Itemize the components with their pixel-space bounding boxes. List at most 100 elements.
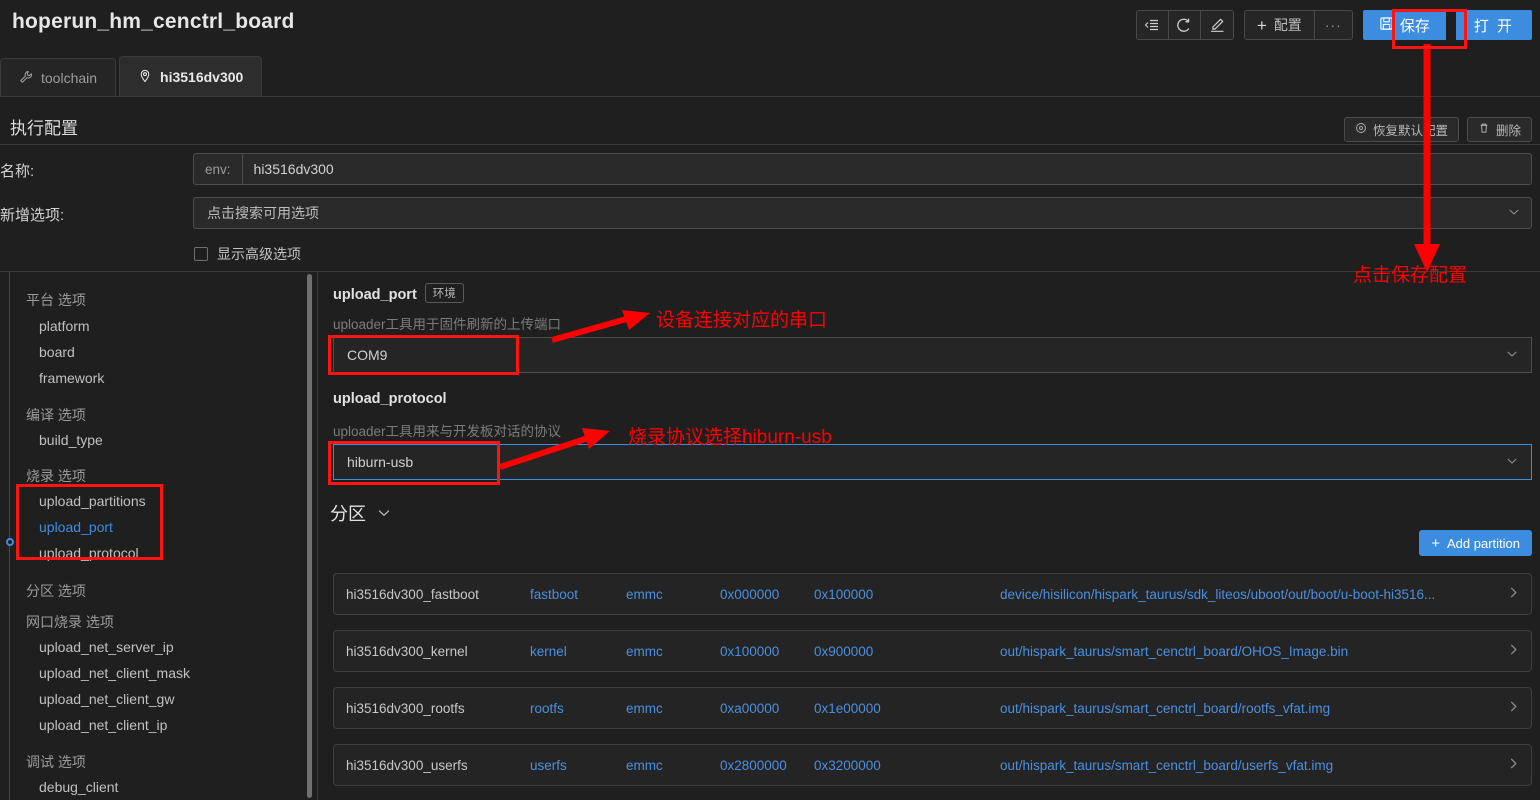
partition-path: out/hispark_taurus/smart_cenctrl_board/u… (1000, 757, 1334, 773)
config-header-buttons: 恢复默认配置 删除 (1343, 117, 1532, 142)
plus-icon: + (1431, 534, 1440, 552)
section-title: 执行配置 (10, 119, 78, 138)
tree-scrollbar[interactable] (307, 274, 312, 798)
tree-group-net-burn: 网口烧录 选项 (26, 614, 114, 630)
upload-protocol-annotation: 烧录协议选择hiburn-usb (628, 427, 832, 448)
tree-item-upload-port[interactable]: upload_port (39, 519, 113, 535)
add-option-label: 新增选项: (0, 207, 65, 224)
partition-section-title: 分区 (330, 504, 366, 524)
wrench-icon (19, 70, 33, 87)
tab-toolchain[interactable]: toolchain (0, 58, 117, 97)
tree-item-platform[interactable]: platform (39, 318, 90, 334)
tab-hi3516dv300[interactable]: hi3516dv300 (119, 56, 263, 97)
save-button[interactable]: 保存 (1362, 10, 1446, 40)
tree-item-debug-client[interactable]: debug_client (39, 779, 118, 795)
upload-port-badge: 环境 (424, 283, 464, 303)
add-config-button[interactable]: + 配置 (1244, 11, 1315, 39)
top-toolbar: + 配置 ··· 保存 打 开 (1135, 10, 1532, 40)
partition-device: emmc (626, 757, 663, 773)
location-pin-icon (138, 69, 152, 86)
name-input[interactable]: hi3516dv300 (243, 154, 345, 184)
table-row[interactable]: hi3516dv300_userfs userfs emmc 0x2800000… (333, 744, 1532, 786)
chevron-right-icon[interactable] (1506, 756, 1521, 774)
show-advanced-label: 显示高级选项 (217, 246, 301, 262)
partition-length: 0x900000 (814, 643, 874, 659)
partition-start: 0xa00000 (720, 700, 780, 716)
upload-port-value: COM9 (347, 347, 388, 363)
tab-bar: toolchain hi3516dv300 (0, 56, 265, 97)
options-tree-panel: 平台 选项 platform board framework 编译 选项 bui… (0, 272, 318, 800)
tab-toolchain-label: toolchain (41, 70, 98, 86)
partition-name: hi3516dv300_rootfs (346, 700, 465, 716)
refresh-arc-icon-button[interactable] (1168, 11, 1201, 39)
tree-item-upload-net-client-gw[interactable]: upload_net_client_gw (39, 691, 174, 707)
chevron-right-icon[interactable] (1506, 585, 1521, 603)
save-label: 保存 (1399, 17, 1430, 35)
tree-guide-line (9, 272, 10, 800)
partition-path: out/hispark_taurus/smart_cenctrl_board/O… (1000, 643, 1349, 659)
tree-item-board[interactable]: board (39, 344, 75, 360)
upload-protocol-title: upload_protocol (333, 391, 447, 407)
upload-protocol-select[interactable]: hiburn-usb (333, 444, 1532, 480)
show-advanced-checkbox[interactable] (194, 247, 208, 261)
save-disk-icon (1379, 16, 1394, 35)
add-partition-button[interactable]: + Add partition (1419, 530, 1532, 556)
name-field[interactable]: env: hi3516dv300 (193, 153, 1532, 185)
partition-name: hi3516dv300_userfs (346, 757, 468, 773)
tree-item-upload-protocol[interactable]: upload_protocol (39, 545, 139, 561)
name-label: 名称: (0, 163, 35, 180)
upload-port-name: upload_port (333, 287, 417, 303)
partition-path: device/hisilicon/hispark_taurus/sdk_lite… (1000, 586, 1436, 602)
delete-button[interactable]: 删除 (1466, 117, 1532, 142)
partition-start: 0x2800000 (720, 757, 787, 773)
tree-item-build-type[interactable]: build_type (39, 432, 103, 448)
indent-list-icon-button[interactable] (1136, 11, 1169, 39)
show-advanced-checkbox-row[interactable]: 显示高级选项 (194, 244, 301, 264)
chevron-right-icon[interactable] (1506, 699, 1521, 717)
tree-item-upload-net-server-ip[interactable]: upload_net_server_ip (39, 639, 174, 655)
chevron-right-icon[interactable] (1506, 642, 1521, 660)
upload-port-title: upload_port 环境 (333, 283, 464, 303)
tree-item-upload-net-client-mask[interactable]: upload_net_client_mask (39, 665, 190, 681)
tree-item-upload-net-client-ip[interactable]: upload_net_client_ip (39, 717, 167, 733)
restore-default-label: 恢复默认配置 (1372, 124, 1448, 138)
refresh-arc-icon (1176, 17, 1192, 33)
upload-port-select[interactable]: COM9 (333, 337, 1532, 373)
partition-name: hi3516dv300_fastboot (346, 586, 479, 602)
tree-item-upload-partitions[interactable]: upload_partitions (39, 493, 146, 509)
save-annotation: 点击保存配置 (1353, 265, 1468, 286)
upload-protocol-value: hiburn-usb (347, 454, 414, 470)
tab-underline (0, 96, 1540, 97)
trash-icon (1478, 122, 1490, 137)
partition-path: out/hispark_taurus/smart_cenctrl_board/r… (1000, 700, 1331, 716)
table-row[interactable]: hi3516dv300_fastboot fastboot emmc 0x000… (333, 573, 1532, 615)
table-row[interactable]: hi3516dv300_rootfs rootfs emmc 0xa00000 … (333, 687, 1532, 729)
partition-name: hi3516dv300_kernel (346, 643, 468, 659)
tree-group-burn: 烧录 选项 (26, 468, 86, 484)
partition-length: 0x100000 (814, 586, 874, 602)
restore-default-button[interactable]: 恢复默认配置 (1343, 117, 1459, 142)
add-partition-label: Add partition (1447, 535, 1520, 551)
open-button[interactable]: 打 开 (1455, 10, 1532, 40)
tree-group-debug: 调试 选项 (26, 754, 86, 770)
upload-port-annotation: 设备连接对应的串口 (656, 310, 828, 331)
more-options-button[interactable]: ··· (1314, 11, 1352, 39)
partition-start: 0x000000 (720, 586, 780, 602)
pencil-edit-icon-button[interactable] (1200, 11, 1233, 39)
upload-protocol-desc: uploader工具用来与开发板对话的协议 (333, 424, 562, 439)
add-config-label: 配置 (1273, 17, 1302, 33)
upload-protocol-name: upload_protocol (333, 391, 447, 407)
delete-label: 删除 (1495, 124, 1521, 138)
search-options-input[interactable]: 点击搜索可用选项 (193, 197, 1532, 229)
tree-item-framework[interactable]: framework (39, 370, 104, 386)
tree-group-build: 编译 选项 (26, 407, 86, 423)
partition-type: rootfs (530, 700, 564, 716)
icon-button-group (1135, 10, 1234, 40)
pencil-edit-icon (1209, 17, 1225, 33)
table-row[interactable]: hi3516dv300_kernel kernel emmc 0x100000 … (333, 630, 1532, 672)
partition-collapse-chevron-icon[interactable] (376, 505, 392, 526)
chevron-down-icon (1505, 454, 1519, 471)
chevron-down-icon (1507, 205, 1521, 222)
tree-group-partition: 分区 选项 (26, 583, 86, 599)
divider-top (0, 144, 1540, 145)
